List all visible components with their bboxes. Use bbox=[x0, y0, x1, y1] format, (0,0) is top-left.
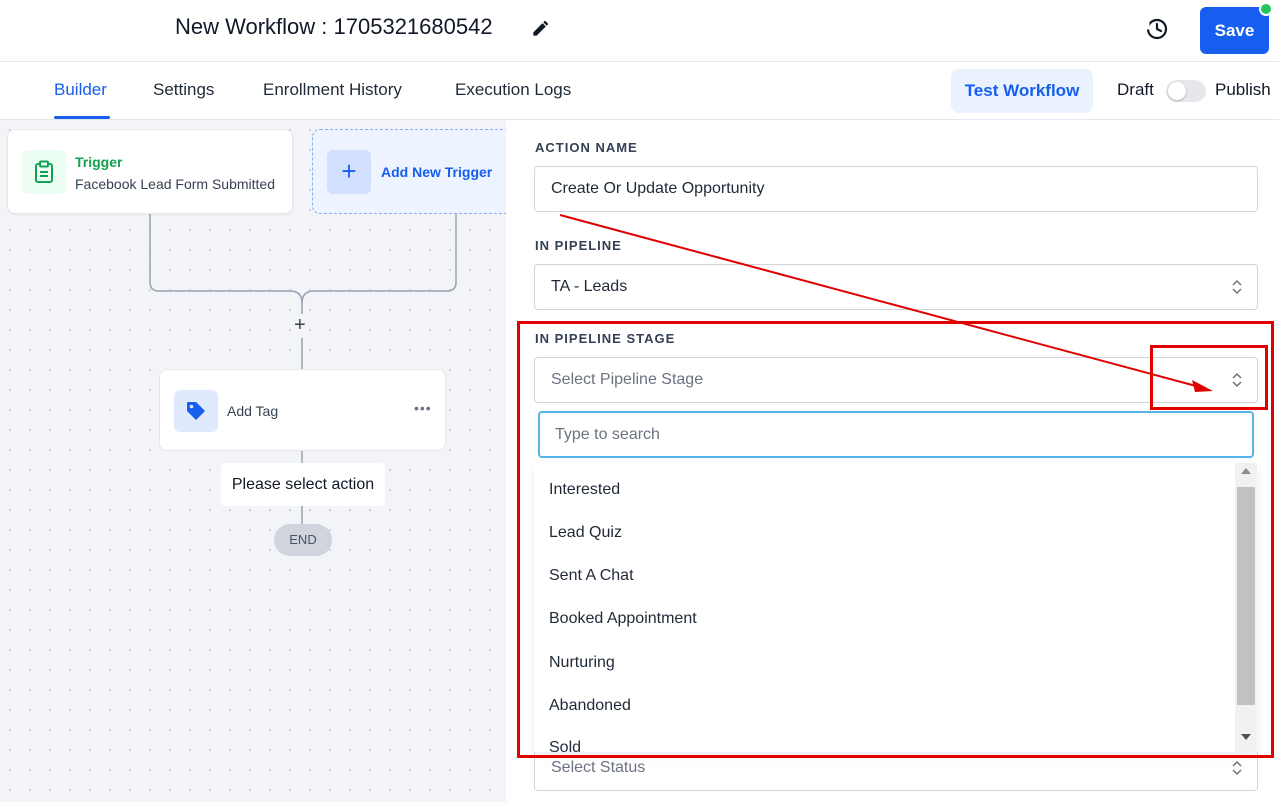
workflow-title: New Workflow : 1705321680542 bbox=[175, 14, 493, 39]
tab-bar: Builder Settings Enrollment History Exec… bbox=[0, 62, 1279, 120]
action-label: Add Tag bbox=[227, 403, 279, 419]
tab-builder[interactable]: Builder bbox=[54, 80, 107, 100]
action-name-input[interactable]: Create Or Update Opportunity bbox=[534, 166, 1258, 212]
pipeline-label: IN PIPELINE bbox=[535, 238, 622, 253]
connector-lines bbox=[149, 214, 457, 524]
end-node: END bbox=[274, 524, 332, 556]
status-placeholder: Select Status bbox=[551, 759, 646, 776]
add-step-plus-icon[interactable]: + bbox=[294, 314, 306, 337]
pipeline-select[interactable]: TA - Leads bbox=[534, 264, 1258, 310]
test-workflow-button[interactable]: Test Workflow bbox=[951, 69, 1093, 113]
status-dot bbox=[1259, 2, 1273, 16]
tab-enrollment-history[interactable]: Enrollment History bbox=[263, 80, 402, 100]
active-tab-indicator bbox=[54, 116, 110, 119]
publish-label: Publish bbox=[1215, 80, 1271, 99]
chevron-updown-icon bbox=[1232, 760, 1242, 776]
trigger-card[interactable]: Trigger Facebook Lead Form Submitted bbox=[7, 129, 293, 214]
tab-execution-logs[interactable]: Execution Logs bbox=[455, 80, 571, 100]
save-button[interactable]: Save bbox=[1200, 7, 1269, 54]
top-bar: New Workflow : 1705321680542 Save bbox=[0, 0, 1279, 62]
pipeline-value: TA - Leads bbox=[551, 278, 628, 295]
tag-icon bbox=[174, 390, 218, 432]
annotation-chevron-box bbox=[1150, 345, 1268, 410]
publish-toggle[interactable] bbox=[1166, 80, 1206, 102]
add-new-trigger-button[interactable]: + Add New Trigger bbox=[312, 129, 506, 214]
plus-icon: + bbox=[327, 150, 371, 194]
workflow-canvas[interactable]: Trigger Facebook Lead Form Submitted + A… bbox=[0, 120, 506, 802]
more-options-icon[interactable]: ••• bbox=[414, 400, 432, 416]
toggle-knob bbox=[1168, 82, 1186, 100]
warning-tooltip: Please select action bbox=[221, 463, 385, 506]
chevron-updown-icon bbox=[1232, 279, 1242, 295]
trigger-subtitle: Facebook Lead Form Submitted bbox=[75, 176, 275, 192]
draft-label: Draft bbox=[1117, 80, 1154, 99]
history-icon[interactable] bbox=[1144, 16, 1170, 42]
pencil-icon[interactable] bbox=[530, 19, 550, 39]
action-name-label: ACTION NAME bbox=[535, 140, 638, 155]
trigger-title: Trigger bbox=[75, 154, 123, 170]
tab-settings[interactable]: Settings bbox=[153, 80, 214, 100]
clipboard-icon bbox=[22, 150, 66, 194]
action-card-add-tag[interactable]: Add Tag ••• bbox=[159, 369, 446, 451]
add-trigger-label: Add New Trigger bbox=[381, 164, 493, 180]
